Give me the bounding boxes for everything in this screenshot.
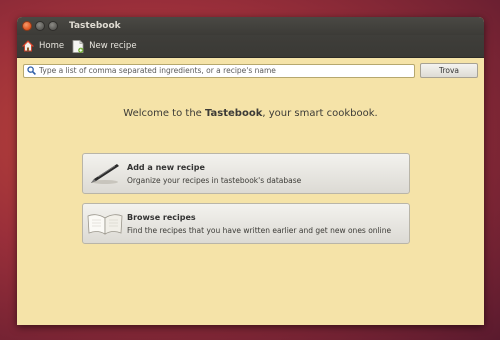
minimize-window-button[interactable] (35, 21, 45, 31)
close-window-button[interactable] (22, 21, 32, 31)
pen-icon (83, 162, 127, 186)
new-recipe-label: New recipe (89, 41, 137, 51)
add-recipe-button[interactable]: Add a new recipe Organize your recipes i… (82, 153, 410, 194)
search-box[interactable] (23, 63, 415, 78)
home-label: Home (39, 41, 65, 51)
home-button[interactable]: Home (22, 40, 64, 52)
search-row: Trova (17, 58, 484, 78)
title-bar: Tastebook (17, 17, 484, 35)
open-book-icon (83, 211, 127, 237)
welcome-prefix: Welcome to the (123, 108, 205, 119)
search-input[interactable] (36, 65, 414, 76)
browse-recipes-button[interactable]: Browse recipes Find the recipes that you… (82, 203, 410, 244)
search-button[interactable]: Trova (420, 63, 478, 78)
welcome-message: Welcome to the Tastebook, your smart coo… (17, 108, 484, 119)
welcome-brand: Tastebook (205, 108, 263, 119)
welcome-suffix: , your smart cookbook. (262, 108, 378, 119)
browse-recipes-title: Browse recipes (127, 212, 196, 222)
maximize-window-button[interactable] (48, 21, 58, 31)
search-icon (27, 66, 36, 75)
home-icon (22, 40, 34, 52)
window-title: Tastebook (69, 21, 121, 31)
browse-recipes-subtitle: Find the recipes that you have written e… (127, 225, 392, 235)
add-recipe-title: Add a new recipe (127, 162, 205, 172)
app-window: Tastebook Home New recipe Type a list of… (17, 17, 484, 325)
add-recipe-subtitle: Organize your recipes in tastebook's dat… (127, 175, 302, 185)
new-recipe-button[interactable]: New recipe (72, 39, 137, 53)
new-document-icon (72, 39, 84, 53)
toolbar: Home New recipe (17, 35, 484, 58)
